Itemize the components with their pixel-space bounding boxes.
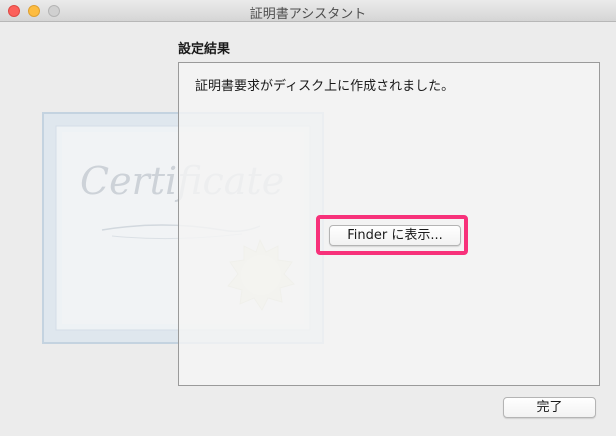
- done-button[interactable]: 完了: [503, 397, 596, 418]
- certificate-assistant-window: 証明書アシスタント Certificate 設定結果 証明書要求がディスク上に作…: [0, 0, 616, 436]
- finder-button-highlight: Finder に表示...: [316, 215, 468, 255]
- window-title: 証明書アシスタント: [249, 7, 367, 22]
- section-heading: 設定結果: [178, 42, 231, 57]
- title-bar: 証明書アシスタント: [0, 0, 616, 22]
- show-in-finder-button[interactable]: Finder に表示...: [329, 225, 461, 246]
- result-message: 証明書要求がディスク上に作成されました。: [195, 79, 455, 94]
- result-panel: 証明書要求がディスク上に作成されました。 Finder に表示...: [178, 62, 600, 386]
